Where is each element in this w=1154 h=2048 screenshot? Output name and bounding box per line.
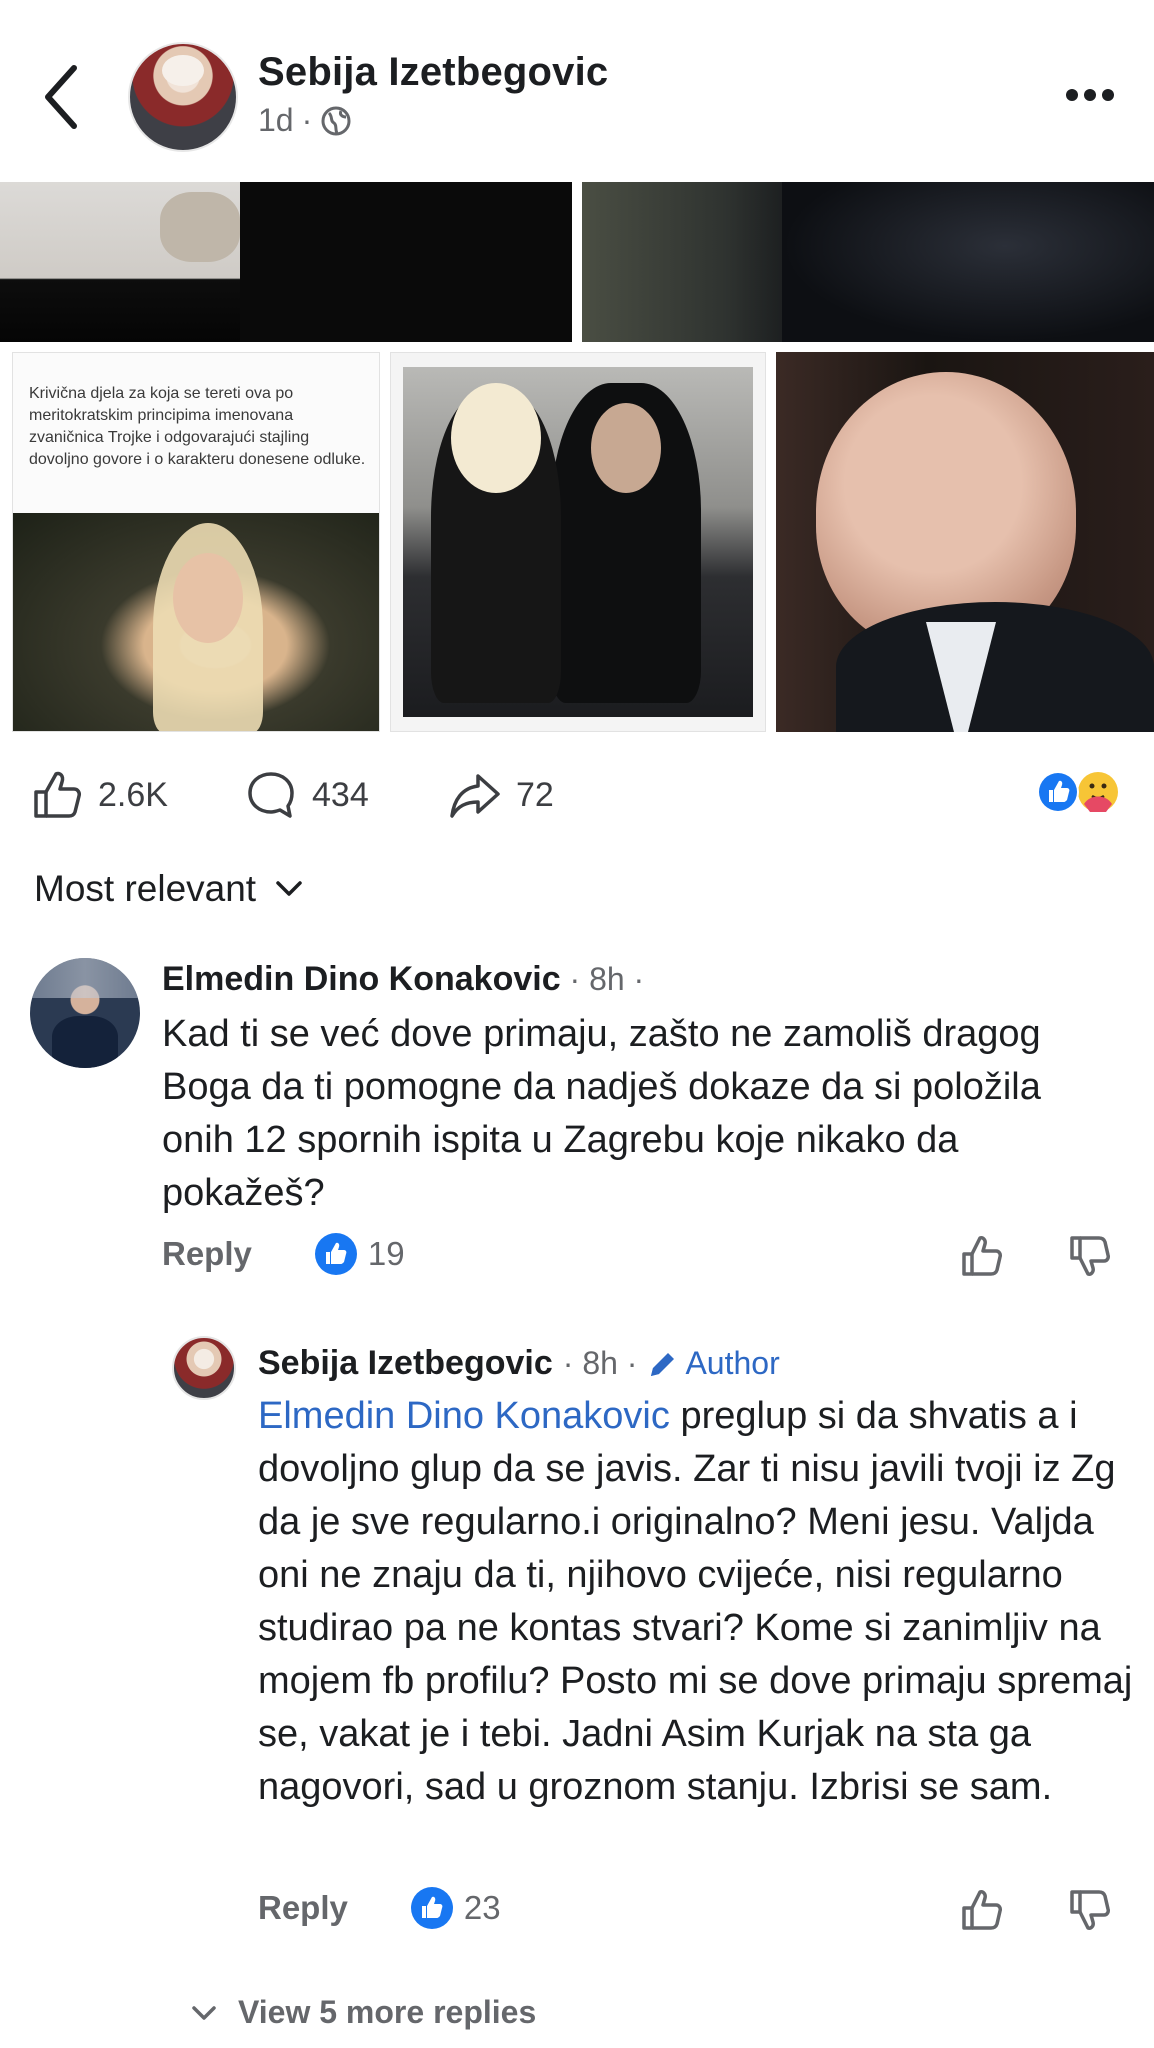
upvote-icon[interactable]	[958, 1886, 1006, 1934]
reply-author[interactable]: Sebija Izetbegovic · 8h · Author	[258, 1344, 780, 1383]
reply-button[interactable]: Reply	[162, 1235, 252, 1273]
upvote-icon[interactable]	[958, 1232, 1006, 1280]
reply-author-name[interactable]: Sebija Izetbegovic	[258, 1344, 553, 1383]
downvote-icon[interactable]	[1066, 1886, 1114, 1934]
post-header: Sebija Izetbegovic 1d ·	[0, 0, 1154, 182]
like-reaction-icon	[1037, 771, 1079, 813]
like-badge-icon	[314, 1233, 357, 1275]
share-button[interactable]: 72	[448, 768, 554, 822]
chevron-down-icon	[276, 881, 302, 896]
view-more-label: View 5 more replies	[238, 1994, 537, 2030]
reply-time: · 8h ·	[562, 1345, 638, 1381]
care-reaction-icon	[1078, 772, 1118, 812]
reply-button[interactable]: Reply	[258, 1889, 348, 1927]
globe-icon	[321, 106, 351, 135]
thumbs-up-icon	[34, 771, 81, 818]
post-time[interactable]: 1d	[258, 102, 294, 139]
photo-5[interactable]	[776, 352, 1154, 732]
reply-like-count[interactable]: 23	[410, 1886, 501, 1930]
post-author-name[interactable]: Sebija Izetbegovic	[258, 50, 608, 95]
reply-author-avatar[interactable]	[172, 1336, 236, 1400]
photo-3-article[interactable]: Krivična djela za koja se tereti ova po …	[12, 352, 380, 732]
photo-1[interactable]	[0, 182, 572, 342]
comment-text: Kad ti se već dove primaju, zašto ne zam…	[162, 1013, 1041, 1214]
post-meta: 1d ·	[258, 102, 352, 139]
author-badge-label: Author	[685, 1345, 780, 1381]
reply-text: Elmedin Dino Konakovic preglup si da shv…	[258, 1390, 1138, 1814]
comment-count: 434	[312, 775, 369, 814]
pencil-icon	[651, 1352, 675, 1376]
view-more-replies-button[interactable]: View 5 more replies	[190, 1994, 536, 2031]
more-options-icon[interactable]	[1064, 84, 1116, 106]
like-count-value: 19	[367, 1235, 405, 1272]
reply-body: preglup si da shvatis a i dovoljno glup …	[258, 1395, 1133, 1808]
sort-label: Most relevant	[34, 868, 257, 909]
photo-grid: Krivična djela za koja se tereti ova po …	[0, 182, 1154, 732]
chevron-down-icon	[192, 2005, 216, 2020]
downvote-icon[interactable]	[1066, 1232, 1114, 1280]
comment-time: · 8h ·	[560, 961, 645, 997]
share-arrow-icon	[450, 774, 500, 818]
share-count: 72	[516, 775, 554, 814]
comment-bubble-icon	[248, 772, 294, 818]
comment-like-count[interactable]: 19	[314, 1232, 405, 1276]
like-count: 2.6K	[98, 775, 168, 814]
comment-actions: Reply 19	[162, 1232, 405, 1276]
comment-button[interactable]: 434	[244, 768, 369, 822]
comment-author[interactable]: Elmedin Dino Konakovic · 8h ·	[162, 960, 644, 999]
article-text: Krivična djela za koja se tereti ova po …	[29, 385, 366, 468]
engagement-bar: 2.6K 434 72	[0, 740, 1154, 844]
like-button[interactable]: 2.6K	[30, 768, 168, 822]
author-badge: Author	[647, 1345, 780, 1382]
author-avatar[interactable]	[128, 42, 238, 152]
reaction-summary[interactable]	[1034, 768, 1124, 816]
photo-4[interactable]	[390, 352, 766, 732]
meta-separator: ·	[301, 102, 313, 138]
back-arrow-icon[interactable]	[38, 62, 86, 132]
comment-sort-dropdown[interactable]: Most relevant	[34, 868, 304, 910]
reply-actions: Reply 23	[258, 1886, 501, 1930]
comment-author-name[interactable]: Elmedin Dino Konakovic	[162, 960, 561, 998]
photo-2[interactable]	[582, 182, 1154, 342]
like-badge-icon	[410, 1887, 453, 1929]
commenter-avatar[interactable]	[30, 958, 140, 1068]
mention-link[interactable]: Elmedin Dino Konakovic	[258, 1395, 670, 1437]
like-count-value: 23	[463, 1889, 501, 1926]
